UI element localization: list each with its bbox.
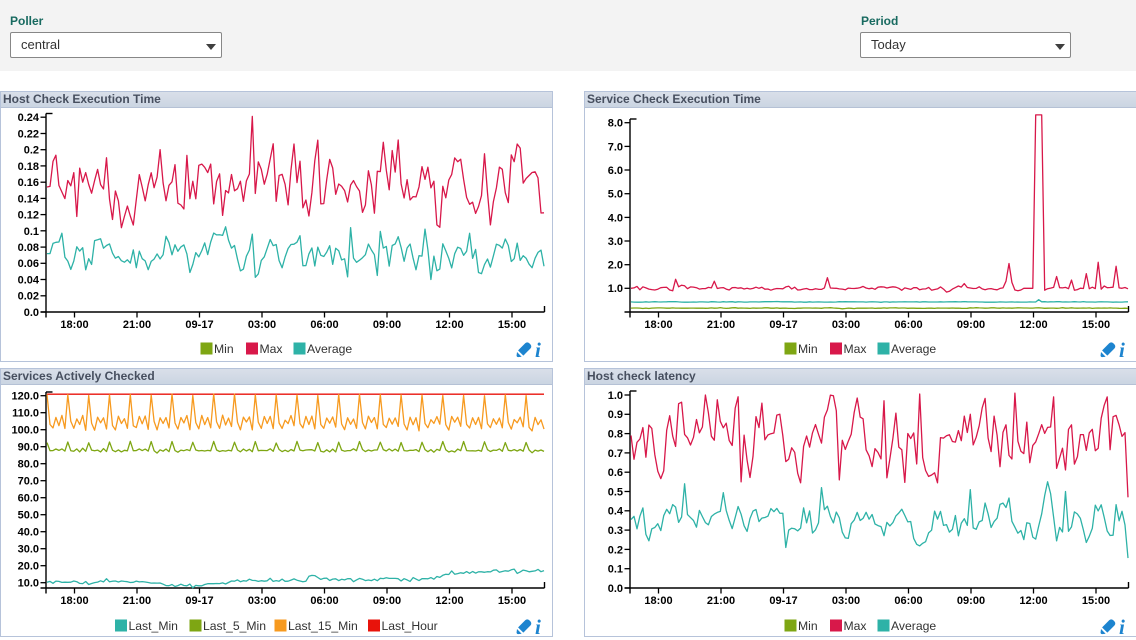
svg-text:03:00: 03:00 xyxy=(248,595,276,607)
svg-text:90.0: 90.0 xyxy=(18,442,39,454)
svg-text:03:00: 03:00 xyxy=(832,319,860,331)
svg-text:2.0: 2.0 xyxy=(608,260,623,272)
svg-text:6.0: 6.0 xyxy=(608,165,623,177)
svg-text:0.14: 0.14 xyxy=(18,193,40,205)
svg-text:12:00: 12:00 xyxy=(1019,595,1047,607)
svg-text:80.0: 80.0 xyxy=(18,459,39,471)
svg-text:0.5: 0.5 xyxy=(608,486,623,498)
svg-text:15:00: 15:00 xyxy=(498,319,526,331)
svg-text:Average: Average xyxy=(307,342,352,356)
svg-text:0.08: 0.08 xyxy=(18,242,39,254)
svg-text:18:00: 18:00 xyxy=(60,319,88,331)
svg-text:09:00: 09:00 xyxy=(957,595,985,607)
svg-text:0.04: 0.04 xyxy=(18,274,40,286)
svg-text:18:00: 18:00 xyxy=(644,319,672,331)
svg-text:i: i xyxy=(1119,338,1125,361)
svg-text:0.6: 0.6 xyxy=(608,467,623,479)
svg-text:1.0: 1.0 xyxy=(608,283,623,295)
svg-text:0.16: 0.16 xyxy=(18,177,39,189)
svg-text:06:00: 06:00 xyxy=(310,319,338,331)
svg-text:12:00: 12:00 xyxy=(1019,319,1047,331)
svg-text:7.0: 7.0 xyxy=(608,141,623,153)
svg-text:0.02: 0.02 xyxy=(18,291,39,303)
svg-text:1.0: 1.0 xyxy=(608,390,623,402)
svg-text:0.22: 0.22 xyxy=(18,128,39,140)
svg-text:100.0: 100.0 xyxy=(11,425,39,437)
svg-text:09:00: 09:00 xyxy=(373,319,401,331)
svg-text:18:00: 18:00 xyxy=(644,595,672,607)
svg-text:12:00: 12:00 xyxy=(435,319,463,331)
svg-text:8.0: 8.0 xyxy=(608,118,623,130)
svg-text:20.0: 20.0 xyxy=(18,561,39,573)
svg-text:110.0: 110.0 xyxy=(12,408,39,420)
svg-text:5.0: 5.0 xyxy=(608,189,623,201)
svg-text:120.0: 120.0 xyxy=(11,391,39,403)
svg-text:Min: Min xyxy=(798,619,818,633)
svg-text:Min: Min xyxy=(798,342,818,356)
svg-text:4.0: 4.0 xyxy=(608,212,623,224)
svg-text:0.3: 0.3 xyxy=(608,525,623,537)
svg-text:40.0: 40.0 xyxy=(18,527,39,539)
svg-text:0.4: 0.4 xyxy=(608,506,624,518)
svg-text:0.9: 0.9 xyxy=(608,409,623,421)
svg-text:Max: Max xyxy=(260,342,283,356)
svg-text:0.0: 0.0 xyxy=(608,583,623,595)
svg-text:12:00: 12:00 xyxy=(435,595,463,607)
svg-text:21:00: 21:00 xyxy=(123,595,151,607)
svg-text:Min: Min xyxy=(214,342,234,356)
svg-text:0.24: 0.24 xyxy=(18,112,40,124)
svg-text:Average: Average xyxy=(891,342,936,356)
svg-text:0.7: 0.7 xyxy=(608,448,623,460)
svg-text:15:00: 15:00 xyxy=(498,595,526,607)
svg-text:09-17: 09-17 xyxy=(185,595,213,607)
svg-text:15:00: 15:00 xyxy=(1082,595,1110,607)
svg-text:Average: Average xyxy=(891,619,936,633)
svg-text:09-17: 09-17 xyxy=(769,595,797,607)
svg-text:Last_Min: Last_Min xyxy=(129,619,178,633)
svg-text:18:00: 18:00 xyxy=(60,595,88,607)
svg-text:i: i xyxy=(1119,615,1125,636)
svg-text:0.2: 0.2 xyxy=(608,544,623,556)
svg-text:06:00: 06:00 xyxy=(894,595,922,607)
svg-text:0.1: 0.1 xyxy=(608,564,623,576)
svg-text:Last_Hour: Last_Hour xyxy=(382,619,438,633)
svg-text:21:00: 21:00 xyxy=(123,319,151,331)
svg-text:09:00: 09:00 xyxy=(373,595,401,607)
svg-text:06:00: 06:00 xyxy=(894,319,922,331)
svg-text:Last_15_Min: Last_15_Min xyxy=(288,619,358,633)
svg-text:Last_5_Min: Last_5_Min xyxy=(203,619,266,633)
svg-text:70.0: 70.0 xyxy=(18,476,39,488)
svg-text:03:00: 03:00 xyxy=(248,319,276,331)
svg-text:50.0: 50.0 xyxy=(18,510,39,522)
svg-text:21:00: 21:00 xyxy=(707,319,735,331)
svg-text:Max: Max xyxy=(844,619,867,633)
svg-text:10.0: 10.0 xyxy=(18,578,39,590)
svg-text:09:00: 09:00 xyxy=(957,319,985,331)
svg-text:i: i xyxy=(535,338,541,361)
svg-text:0.12: 0.12 xyxy=(18,210,39,222)
svg-text:0.0: 0.0 xyxy=(24,307,39,319)
svg-text:0.1: 0.1 xyxy=(24,226,39,238)
svg-text:0.18: 0.18 xyxy=(18,161,39,173)
svg-text:03:00: 03:00 xyxy=(832,595,860,607)
svg-text:0.8: 0.8 xyxy=(608,429,623,441)
svg-text:0.06: 0.06 xyxy=(18,258,39,270)
svg-text:i: i xyxy=(535,615,541,636)
svg-text:06:00: 06:00 xyxy=(310,595,338,607)
svg-text:15:00: 15:00 xyxy=(1082,319,1110,331)
svg-text:3.0: 3.0 xyxy=(608,236,623,248)
svg-text:0.2: 0.2 xyxy=(24,145,39,157)
svg-text:30.0: 30.0 xyxy=(18,544,39,556)
svg-text:21:00: 21:00 xyxy=(707,595,735,607)
svg-text:Max: Max xyxy=(844,342,867,356)
svg-text:09-17: 09-17 xyxy=(185,319,213,331)
svg-text:09-17: 09-17 xyxy=(769,319,797,331)
svg-text:60.0: 60.0 xyxy=(18,493,39,505)
